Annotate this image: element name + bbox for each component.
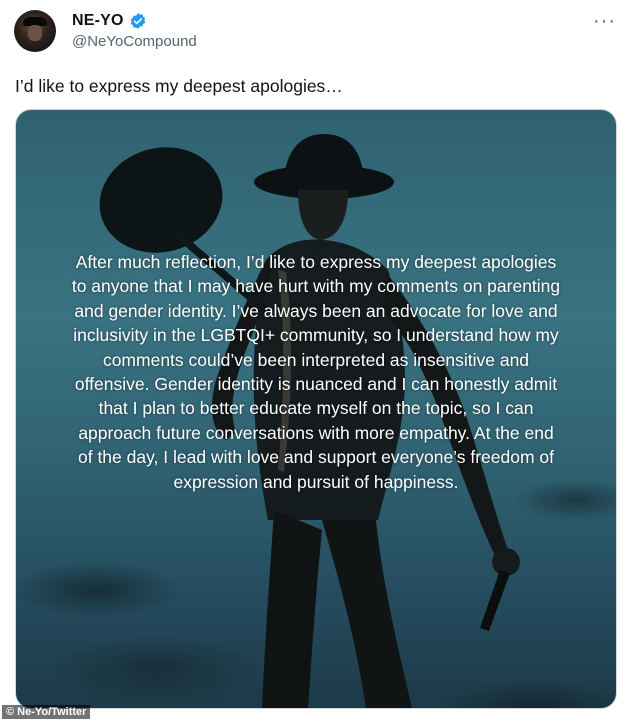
avatar[interactable] — [14, 10, 56, 52]
hand-shape — [492, 548, 520, 576]
head-shape — [298, 190, 348, 240]
cymbal-shape — [99, 147, 223, 253]
tweet-media-image[interactable]: After much reflection, I’d like to expre… — [15, 109, 617, 709]
user-handle[interactable]: @NeYoCompound — [72, 33, 197, 50]
tweet-text: I’d like to express my deepest apologies… — [15, 76, 343, 96]
right-leg-shape — [322, 520, 412, 708]
verified-badge-icon — [129, 12, 147, 30]
display-name[interactable]: NE-YO — [72, 12, 124, 30]
avatar-face-shape — [28, 25, 42, 41]
photo-credit: © Ne-Yo/Twitter — [2, 705, 91, 719]
more-options-icon[interactable]: ··· — [593, 10, 616, 33]
hat-crown-shape — [284, 134, 364, 180]
author-name-row[interactable]: NE-YO — [72, 12, 147, 30]
apology-statement-text: After much reflection, I’d like to expre… — [71, 252, 561, 492]
left-leg-shape — [262, 510, 322, 708]
microphone-shape — [480, 570, 510, 631]
